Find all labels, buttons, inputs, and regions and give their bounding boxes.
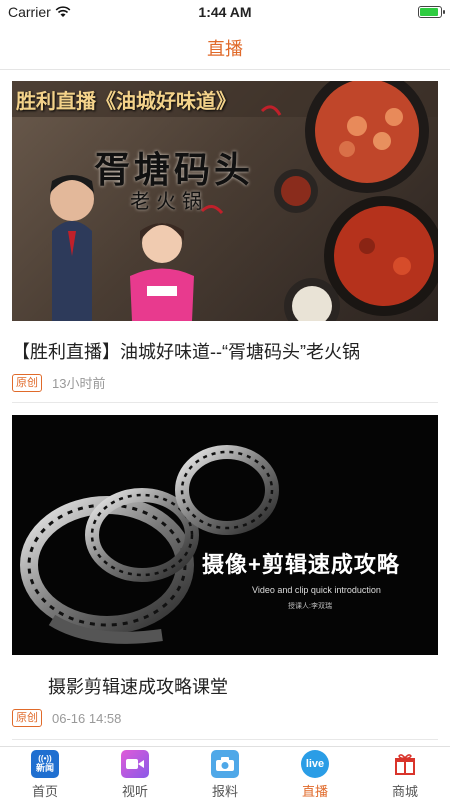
card-title[interactable]: 摄影剪辑速成攻略课堂 <box>48 673 438 699</box>
tab-label: 视听 <box>121 784 148 799</box>
tab-label: 商城 <box>391 784 418 799</box>
thumbnail-banner: 胜利直播《油城好味道》 <box>16 91 236 113</box>
tab-home[interactable]: ((•)) 新闻 首页 <box>0 747 90 800</box>
card-time: 13小时前 <box>52 376 106 391</box>
status-time: 1:44 AM <box>198 4 252 20</box>
page-title: 直播 <box>207 39 243 59</box>
thumbnail-film[interactable]: 摄像+剪辑速成攻略 Video and clip quick introduct… <box>12 415 438 655</box>
status-bar: Carrier 1:44 AM <box>0 0 450 24</box>
tab-live[interactable]: live 直播 <box>270 747 360 800</box>
card-meta: 原创 06-16 14:58 <box>12 709 121 727</box>
tab-label: 首页 <box>31 784 58 799</box>
thumbnail-credit: 授课人:李双瑞 <box>288 603 332 610</box>
list-item[interactable]: 摄像+剪辑速成攻略 Video and clip quick introduct… <box>0 403 450 746</box>
card-time: 06-16 14:58 <box>52 710 122 726</box>
divider <box>12 739 438 740</box>
thumbnail-art <box>12 81 438 321</box>
original-badge: 原创 <box>12 373 42 392</box>
tab-video[interactable]: 视听 <box>90 747 180 800</box>
thumbnail-subtitle: 老火锅 <box>130 191 208 213</box>
tab-mall[interactable]: 商城 <box>360 747 450 800</box>
card-title[interactable]: 【胜利直播】油城好味道--“胥塘码头”老火锅 <box>12 338 438 364</box>
video-camera-icon <box>121 750 149 778</box>
thumbnail-english-subtitle: Video and clip quick introduction <box>252 585 381 595</box>
thumbnail-art <box>20 445 279 644</box>
tab-report[interactable]: 报料 <box>180 747 270 800</box>
tab-label: 直播 <box>301 784 328 799</box>
thumbnail-headline: 摄像+剪辑速成攻略 <box>202 552 400 577</box>
nav-bar: 直播 <box>0 24 450 70</box>
camera-icon <box>211 750 239 778</box>
original-badge: 原创 <box>12 709 42 727</box>
tab-label: 报料 <box>211 784 238 799</box>
tab-bar: ((•)) 新闻 首页 视听 报料 live 直播 商城 <box>0 746 450 800</box>
live-feed[interactable]: 胜利直播《油城好味道》 胥塘码头 老火锅 【胜利直播】油城好味道--“胥塘码头”… <box>0 70 450 746</box>
live-icon: live <box>301 750 329 778</box>
gift-icon <box>391 750 419 778</box>
thumbnail-hotpot[interactable]: 胜利直播《油城好味道》 胥塘码头 老火锅 <box>12 81 438 321</box>
news-icon: ((•)) 新闻 <box>31 750 59 778</box>
battery-icon <box>418 6 445 18</box>
card-meta: 原创 13小时前 <box>12 373 105 392</box>
list-item[interactable]: 胜利直播《油城好味道》 胥塘码头 老火锅 【胜利直播】油城好味道--“胥塘码头”… <box>0 70 450 403</box>
